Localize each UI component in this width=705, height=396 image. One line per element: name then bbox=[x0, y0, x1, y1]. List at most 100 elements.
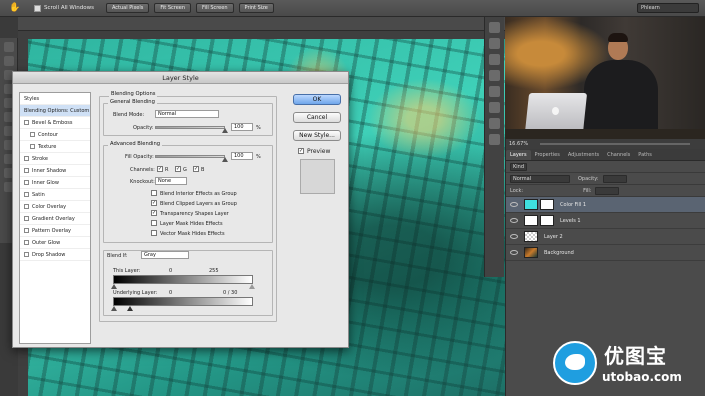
tab-properties[interactable]: Properties bbox=[531, 150, 564, 160]
style-checkbox[interactable] bbox=[24, 240, 29, 245]
style-item[interactable]: Color Overlay bbox=[20, 201, 90, 213]
layer-opacity-field[interactable] bbox=[602, 174, 627, 183]
advanced-option-checkbox[interactable]: ✓ bbox=[151, 210, 157, 216]
underlying-split-value: 0 / 30 bbox=[223, 290, 238, 296]
opacity-field[interactable]: 100 bbox=[231, 123, 253, 131]
this-layer-black-slider[interactable] bbox=[111, 284, 117, 289]
style-item[interactable]: Gradient Overlay bbox=[20, 213, 90, 225]
channel-checkbox[interactable]: ✓ bbox=[157, 166, 163, 172]
marquee-tool-icon[interactable] bbox=[4, 42, 14, 52]
cancel-button[interactable]: Cancel bbox=[293, 112, 341, 123]
layer-mask-thumbnail[interactable] bbox=[540, 199, 554, 210]
underlying-black-slider[interactable] bbox=[111, 306, 117, 311]
style-checkbox[interactable] bbox=[24, 228, 29, 233]
layer-row[interactable]: Background bbox=[506, 245, 705, 261]
layer-thumbnail bbox=[524, 199, 538, 210]
bird-icon bbox=[565, 354, 585, 370]
this-layer-gradient[interactable] bbox=[113, 275, 253, 284]
tab-adjustments[interactable]: Adjustments bbox=[564, 150, 603, 160]
fit-screen-button[interactable]: Fit Screen bbox=[154, 3, 192, 13]
tab-channels[interactable]: Channels bbox=[603, 150, 634, 160]
style-item[interactable]: Pattern Overlay bbox=[20, 225, 90, 237]
actions-icon[interactable] bbox=[489, 38, 500, 49]
eye-icon[interactable] bbox=[510, 218, 518, 223]
style-item[interactable]: Blending Options: Custom bbox=[20, 105, 90, 117]
style-item[interactable]: Stroke bbox=[20, 153, 90, 165]
style-item[interactable]: Drop Shadow bbox=[20, 249, 90, 261]
fill-opacity-slider-thumb[interactable] bbox=[222, 157, 228, 162]
style-item[interactable]: Satin bbox=[20, 189, 90, 201]
lasso-tool-icon[interactable] bbox=[4, 56, 14, 66]
style-checkbox[interactable] bbox=[24, 168, 29, 173]
opacity-slider-thumb[interactable] bbox=[222, 128, 228, 133]
channel-checkbox[interactable]: ✓ bbox=[193, 166, 199, 172]
layer-fill-field[interactable] bbox=[595, 186, 620, 195]
fill-opacity-slider[interactable] bbox=[155, 155, 225, 158]
style-item-label: Color Overlay bbox=[32, 203, 67, 210]
blend-if-select[interactable]: Gray bbox=[141, 251, 189, 259]
advanced-option-checkbox[interactable]: ✓ bbox=[151, 200, 157, 206]
eye-icon[interactable] bbox=[510, 202, 518, 207]
brush-presets-icon[interactable] bbox=[489, 70, 500, 81]
underlying-layer-gradient[interactable] bbox=[113, 297, 253, 306]
kind-filter-select[interactable]: Kind bbox=[510, 162, 528, 171]
style-checkbox[interactable] bbox=[24, 120, 29, 125]
tab-paths[interactable]: Paths bbox=[634, 150, 656, 160]
style-item[interactable]: Outer Glow bbox=[20, 237, 90, 249]
history-icon[interactable] bbox=[489, 22, 500, 33]
preview-checkbox[interactable]: ✓ bbox=[298, 148, 304, 154]
knockout-select[interactable]: None bbox=[155, 177, 187, 185]
workspace-select[interactable]: Phlearn bbox=[637, 3, 699, 13]
style-item[interactable]: Styles bbox=[20, 93, 90, 105]
layer-list: Color Fill 1 Levels 1 Layer 2 Background bbox=[506, 197, 705, 261]
layer-row[interactable]: Color Fill 1 bbox=[506, 197, 705, 213]
document-tab[interactable] bbox=[18, 17, 505, 31]
layer-row[interactable]: Layer 2 bbox=[506, 229, 705, 245]
info-icon[interactable] bbox=[489, 54, 500, 65]
style-item[interactable]: Contour bbox=[20, 129, 90, 141]
clone-source-icon[interactable] bbox=[489, 118, 500, 129]
tab-layers[interactable]: Layers bbox=[506, 150, 531, 160]
style-checkbox[interactable] bbox=[24, 204, 29, 209]
zoom-slider[interactable] bbox=[540, 143, 691, 145]
paragraph-icon[interactable] bbox=[489, 102, 500, 113]
style-checkbox[interactable] bbox=[24, 216, 29, 221]
layer-mask-thumbnail[interactable] bbox=[540, 215, 554, 226]
eye-icon[interactable] bbox=[510, 250, 518, 255]
layer-row[interactable]: Levels 1 bbox=[506, 213, 705, 229]
advanced-option-checkbox[interactable] bbox=[151, 190, 157, 196]
advanced-option-checkbox[interactable] bbox=[151, 220, 157, 226]
print-size-button[interactable]: Print Size bbox=[238, 3, 274, 13]
layer-thumbnail bbox=[524, 215, 538, 226]
style-checkbox[interactable] bbox=[30, 144, 35, 149]
this-layer-white-slider[interactable] bbox=[249, 284, 255, 289]
scroll-all-checkbox[interactable] bbox=[34, 4, 41, 12]
new-style-button[interactable]: New Style... bbox=[293, 130, 341, 141]
fill-screen-button[interactable]: Fill Screen bbox=[196, 3, 234, 13]
layer-name: Levels 1 bbox=[560, 217, 581, 224]
actual-pixels-button[interactable]: Actual Pixels bbox=[105, 3, 150, 13]
style-item[interactable]: Bevel & Emboss bbox=[20, 117, 90, 129]
advanced-option-checkbox[interactable] bbox=[151, 230, 157, 236]
layer-blend-mode-select[interactable]: Normal bbox=[510, 174, 570, 183]
eye-icon[interactable] bbox=[510, 234, 518, 239]
ok-button[interactable]: OK bbox=[293, 94, 341, 105]
fill-opacity-field[interactable]: 100 bbox=[231, 152, 253, 160]
underlying-split-slider[interactable] bbox=[127, 306, 133, 311]
watermark-chinese: 优图宝 bbox=[604, 344, 667, 368]
tool-presets-icon[interactable] bbox=[489, 134, 500, 145]
style-checkbox[interactable] bbox=[24, 192, 29, 197]
channel-checkbox[interactable]: ✓ bbox=[175, 166, 181, 172]
opacity-slider[interactable] bbox=[155, 126, 225, 129]
style-checkbox[interactable] bbox=[24, 156, 29, 161]
style-item[interactable]: Inner Glow bbox=[20, 177, 90, 189]
style-item[interactable]: Texture bbox=[20, 141, 90, 153]
character-icon[interactable] bbox=[489, 86, 500, 97]
blend-mode-select[interactable]: Normal bbox=[155, 110, 219, 118]
style-checkbox[interactable] bbox=[24, 252, 29, 257]
style-checkbox[interactable] bbox=[24, 180, 29, 185]
style-checkbox[interactable] bbox=[30, 132, 35, 137]
layer-thumbnail bbox=[524, 247, 538, 258]
hand-tool-icon[interactable]: ✋ bbox=[4, 2, 26, 15]
style-item[interactable]: Inner Shadow bbox=[20, 165, 90, 177]
